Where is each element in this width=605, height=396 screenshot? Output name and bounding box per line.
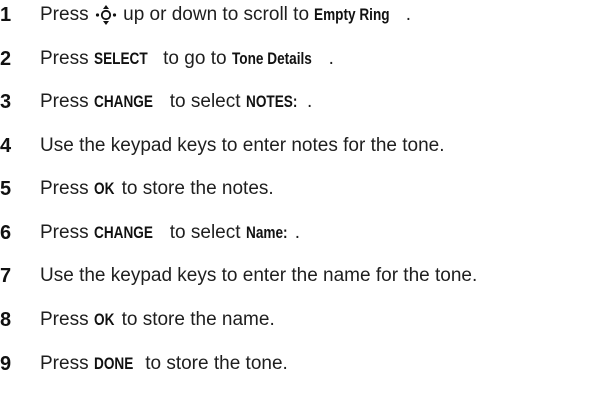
step-text: Use the keypad keys to enter notes for t… [40,131,445,161]
step-text: Press OK to store the notes. [40,174,274,204]
step-6: 6 Press CHANGE to select Name:. [0,218,605,248]
step-text-segment: to select [164,222,246,243]
instruction-steps: 1 Press up or down to scroll to Empty Rin… [0,0,605,396]
key-label: OK [93,179,115,198]
step-number: 8 [0,309,12,331]
key-label: OK [93,310,115,329]
step-text-segment: . [307,91,313,112]
step-text-segment: Press [40,309,94,330]
step-8: 8 Press OK to store the name. [0,305,605,335]
step-number: 5 [0,178,12,200]
step-text-segment: Press [40,222,94,243]
step-4: 4 Use the keypad keys to enter notes for … [0,131,605,161]
step-text: Press CHANGE to select Name:. [40,218,300,248]
step-number: 1 [0,4,12,26]
step-number: 6 [0,222,12,244]
step-7: 7 Use the keypad keys to enter the name f… [0,261,605,291]
nav-key-icon [94,0,118,30]
step-text-segment: Press [40,353,94,374]
step-text-segment: Press [40,4,94,25]
step-text-segment: . [405,4,411,25]
step-text: Press SELECT to go to Tone Details. [40,44,334,74]
step-text-segment: . [328,48,334,69]
step-number: 3 [0,91,12,113]
key-label: DONE [93,354,134,373]
step-text: Press OK to store the name. [40,305,275,335]
step-text-segment: Use the keypad keys to enter notes for t… [40,135,445,156]
step-number: 9 [0,353,12,375]
step-number: 7 [0,265,12,287]
step-2: 2 Press SELECT to go to Tone Details. [0,44,605,74]
step-text: Press CHANGE to select NOTES:. [40,87,312,117]
step-text-segment: to store the tone. [139,353,288,374]
key-label: Tone Details [231,49,312,68]
step-3: 3 Press CHANGE to select NOTES:. [0,87,605,117]
key-label: NOTES: [245,92,298,111]
step-text: Press up or down to scroll to Empty Ring… [40,0,411,30]
key-label: CHANGE [93,223,153,242]
step-text-segment: to store the notes. [116,178,274,199]
step-text-segment: up or down to scroll to [117,4,315,25]
step-1: 1 Press up or down to scroll to Empty Rin… [0,0,605,30]
key-label: Name: [245,223,288,242]
key-label: SELECT [93,49,148,68]
step-text-segment: to select [164,91,246,112]
step-text-segment: Press [40,178,94,199]
step-text-segment: . [294,222,301,243]
key-label: CHANGE [93,92,153,111]
step-text: Use the keypad keys to enter the name fo… [40,261,477,291]
step-number: 2 [0,48,12,70]
step-9: 9 Press DONE to store the tone. [0,349,605,379]
step-text-segment: Press [40,48,94,69]
key-label: Empty Ring [314,5,390,24]
step-text: Press DONE to store the tone. [40,349,288,379]
step-text-segment: Use the keypad keys to enter the name fo… [40,265,478,286]
step-5: 5 Press OK to store the notes. [0,174,605,204]
step-number: 4 [0,135,12,157]
step-text-segment: to store the name. [116,309,275,330]
step-text-segment: Press [40,91,94,112]
step-text-segment: to go to [157,48,232,69]
